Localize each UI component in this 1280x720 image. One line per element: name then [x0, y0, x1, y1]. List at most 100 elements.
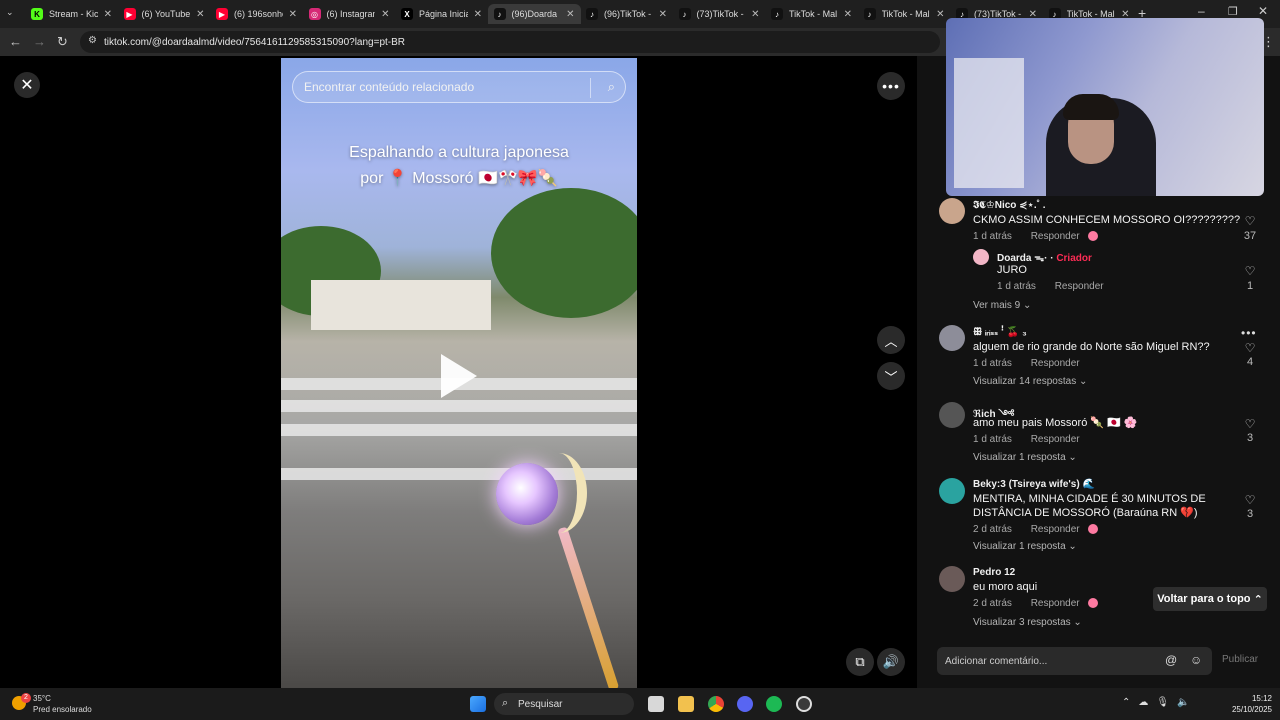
creator-badge: Criador [1056, 253, 1092, 264]
reply-button[interactable]: Responder [1031, 524, 1080, 535]
view-more-replies-link[interactable]: Ver mais 9 ⌄ [973, 300, 1031, 311]
reply-button[interactable]: Responder [1031, 434, 1080, 445]
related-search-placeholder: Encontrar conteúdo relacionado [304, 80, 475, 94]
tab-close-icon[interactable]: ✕ [289, 9, 297, 20]
tab-close-icon[interactable]: ✕ [659, 9, 667, 20]
search-icon[interactable]: ⌕ [608, 79, 615, 95]
avatar[interactable] [939, 402, 965, 428]
tab-close-icon[interactable]: ✕ [474, 9, 482, 20]
volume-button[interactable]: 🔊 [877, 648, 905, 676]
comment-input[interactable]: Adicionar comentário... @ ☺ [937, 647, 1212, 675]
previous-video-button[interactable]: ︿ [877, 326, 905, 354]
avatar[interactable] [939, 325, 965, 351]
discord-icon[interactable] [737, 696, 753, 712]
close-window-button[interactable]: ✕ [1258, 4, 1268, 18]
microphone-icon[interactable]: 🎙 [1156, 697, 1177, 708]
maximize-button[interactable]: ❐ [1228, 5, 1238, 18]
comment-time: 1 d atrás [973, 231, 1012, 242]
like-button[interactable]: ♡ [1240, 341, 1260, 355]
back-icon[interactable]: ← [9, 34, 22, 49]
view-replies-link[interactable]: Visualizar 3 respostas ⌄ [973, 617, 1082, 628]
browser-tab[interactable]: ♪ (96)Doarda ✕ [487, 4, 581, 24]
comment-time: 2 d atrás [973, 598, 1012, 609]
chevron-up-icon: ︿ [884, 333, 898, 349]
system-tray[interactable]: ⌃☁🎙🔈 [1122, 697, 1198, 708]
caption-line-1: Espalhando a cultura japonesa [349, 144, 569, 161]
browser-tab[interactable]: ♪ (96)TikTok - ✕ [580, 4, 673, 24]
emoji-icon[interactable]: ☺ [1190, 653, 1202, 667]
task-view-icon[interactable] [648, 696, 664, 712]
avatar[interactable] [939, 198, 965, 224]
chevron-up-icon[interactable]: ⌃ [1122, 697, 1138, 708]
browser-tab[interactable]: ▶ (6) YouTube ✕ [118, 4, 211, 24]
view-replies-link[interactable]: Visualizar 1 resposta ⌄ [973, 541, 1077, 552]
comment-username[interactable]: 𝕴𝕮♔Nico ⋞⋆.˚ . [973, 200, 1046, 211]
reply-button[interactable]: Responder [1055, 281, 1104, 292]
weather-temp: 35°C [33, 694, 51, 703]
related-search-input[interactable]: Encontrar conteúdo relacionado ⌕ [292, 71, 626, 103]
tab-close-icon[interactable]: ✕ [196, 9, 204, 20]
minimize-button[interactable]: – [1198, 4, 1205, 18]
reload-icon[interactable]: ↻ [57, 34, 68, 50]
address-bar[interactable]: ⚙ tiktok.com/@doardaalmd/video/756416112… [80, 31, 940, 53]
view-replies-link[interactable]: Visualizar 14 respostas ⌄ [973, 376, 1087, 387]
next-video-button[interactable]: ﹀ [877, 362, 905, 390]
obs-icon[interactable] [796, 696, 812, 712]
comment-username[interactable]: Beky:3 (Tsireya wife's) 🌊 [973, 479, 1095, 490]
like-button[interactable]: ♡ [1240, 214, 1260, 228]
tab-close-icon[interactable]: ✕ [104, 9, 112, 20]
comment-username[interactable]: ꕥ ᵢᵣᵢₛₛ ꜝ 🍒 ₃ [973, 327, 1027, 338]
more-options-button[interactable]: ••• [877, 72, 905, 100]
network-icon[interactable]: ☁ [1138, 697, 1156, 708]
view-replies-link[interactable]: Visualizar 1 resposta ⌄ [973, 452, 1077, 463]
back-to-top-button[interactable]: Voltar para o topo ⌃ [1153, 587, 1267, 611]
browser-tab[interactable]: ◎ (6) Instagram ✕ [303, 4, 396, 24]
speaker-icon[interactable]: 🔈 [1177, 697, 1197, 708]
video-player[interactable]: Encontrar conteúdo relacionado ⌕ Espalha… [281, 58, 637, 688]
publish-button[interactable]: Publicar [1222, 654, 1258, 665]
creator-liked-icon [1088, 231, 1099, 242]
forward-icon[interactable]: → [33, 34, 46, 49]
x-icon: X [401, 8, 413, 20]
avatar[interactable] [939, 566, 965, 592]
taskbar-search[interactable]: ⌕ Pesquisar [494, 693, 634, 715]
comment-username[interactable]: Pedro 12 [973, 567, 1015, 578]
tab-search-button[interactable]: ⌄ [6, 7, 14, 18]
weather-widget[interactable]: 2 35°C Pred ensolarado [12, 693, 92, 715]
mention-icon[interactable]: @ [1165, 653, 1177, 667]
comment-time: 1 d atrás [973, 358, 1012, 369]
reply-button[interactable]: Responder [1031, 598, 1080, 609]
reply-button[interactable]: Responder [1031, 358, 1080, 369]
taskbar-search-label: Pesquisar [518, 698, 563, 710]
system-clock[interactable]: 15:12 25/10/2025 [1220, 693, 1272, 715]
browser-tab[interactable]: ♪ TikTok - Mal ✕ [765, 4, 858, 24]
chrome-icon[interactable] [708, 696, 724, 712]
like-button[interactable]: ♡ [1240, 264, 1260, 278]
browser-tab[interactable]: X Página Inicial ✕ [395, 4, 488, 24]
tab-close-icon[interactable]: ✕ [566, 9, 574, 20]
tab-close-icon[interactable]: ✕ [381, 9, 389, 20]
reply-button[interactable]: Responder [1031, 231, 1080, 242]
browser-tab[interactable]: ▶ (6) 196sonhe ✕ [210, 4, 303, 24]
like-button[interactable]: ♡ [1240, 417, 1260, 431]
spotify-icon[interactable] [766, 696, 782, 712]
file-explorer-icon[interactable] [678, 696, 694, 712]
webcam-person-hair [1063, 94, 1119, 120]
like-count: 4 [1246, 356, 1254, 368]
comment-more-icon[interactable]: ••• [1241, 326, 1257, 340]
tab-close-icon[interactable]: ✕ [751, 9, 759, 20]
windows-start-icon[interactable] [470, 696, 486, 712]
avatar[interactable] [939, 478, 965, 504]
comment-username[interactable]: Doarda ᯓ· · Criador [997, 250, 1092, 264]
like-button[interactable]: ♡ [1240, 493, 1260, 507]
tab-close-icon[interactable]: ✕ [936, 9, 944, 20]
play-icon[interactable] [441, 354, 477, 398]
browser-tab[interactable]: K Stream - Kick ✕ [25, 4, 118, 24]
miniplayer-button[interactable]: ⧉ [846, 648, 874, 676]
site-info-icon[interactable]: ⚙ [88, 35, 97, 46]
avatar[interactable] [973, 249, 989, 265]
tab-close-icon[interactable]: ✕ [844, 9, 852, 20]
browser-tab[interactable]: ♪ (73)TikTok - ✕ [673, 4, 766, 24]
browser-tab[interactable]: ♪ TikTok - Mal ✕ [858, 4, 951, 24]
close-video-button[interactable]: ✕ [14, 72, 40, 98]
